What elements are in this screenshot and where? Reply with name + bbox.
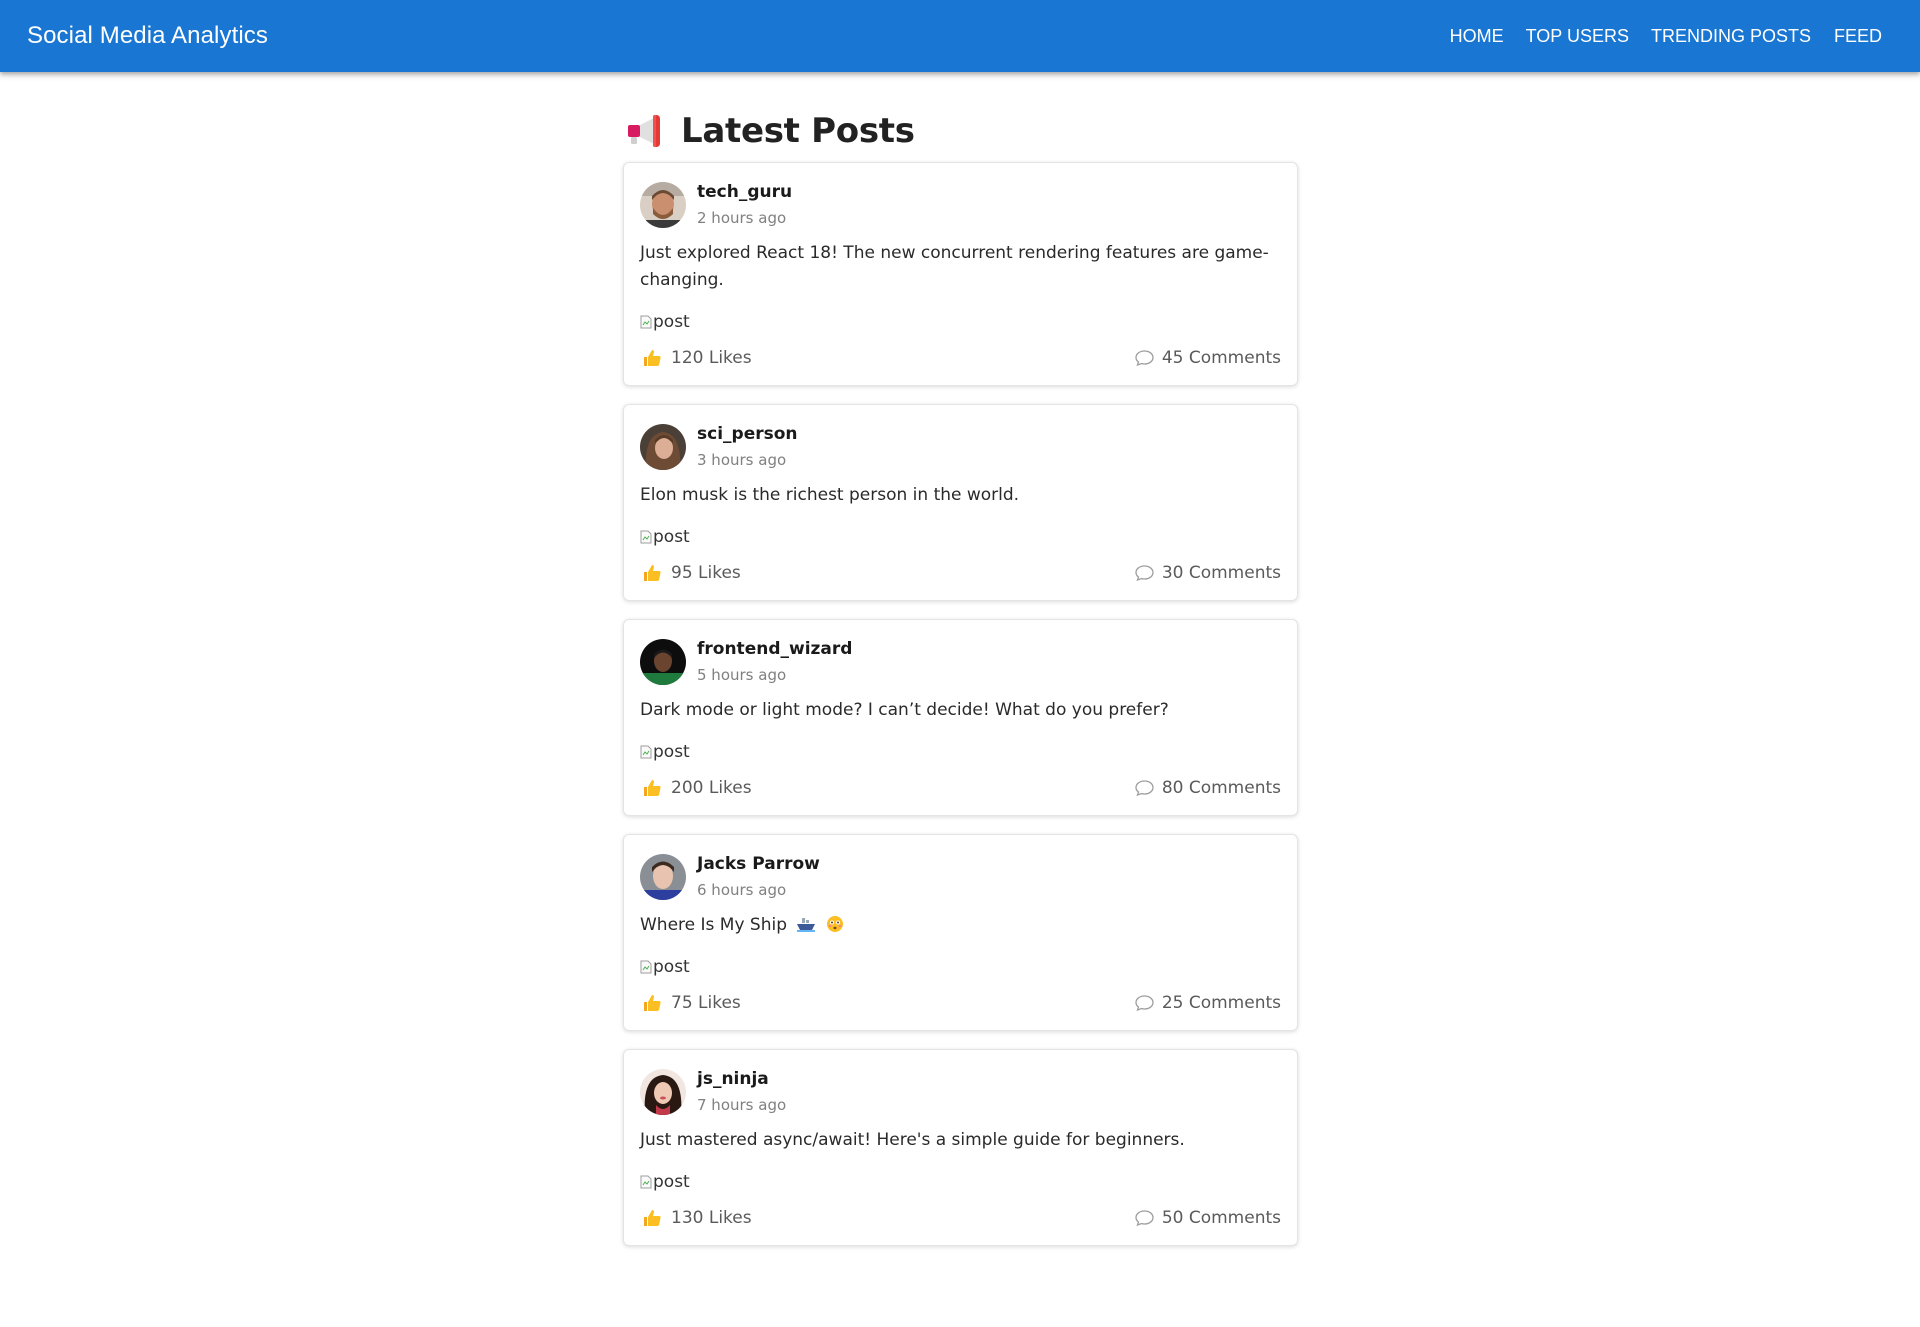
comment-icon	[1135, 350, 1154, 367]
comment-count: 30 Comments	[1161, 563, 1281, 583]
like-stat[interactable]: 200 Likes	[640, 778, 752, 798]
comment-count: 50 Comments	[1161, 1208, 1281, 1228]
nav-trending-posts[interactable]: TRENDING POSTS	[1640, 18, 1822, 55]
post-timestamp: 3 hours ago	[697, 451, 787, 469]
post-content: Dark mode or light mode? I can’t decide!…	[640, 700, 1169, 720]
post-content: Elon musk is the richest person in the w…	[640, 485, 1020, 505]
post-username[interactable]: Jacks Parrow	[697, 853, 820, 875]
post-username[interactable]: js_ninja	[697, 1068, 786, 1090]
avatar[interactable]	[640, 1069, 686, 1115]
post-content: Just mastered async/await! Here's a simp…	[640, 1130, 1185, 1150]
post-image-alt: post	[653, 312, 690, 332]
comment-icon	[1135, 780, 1154, 797]
nav-feed[interactable]: FEED	[1822, 18, 1893, 55]
post-image: post	[640, 740, 1281, 764]
comment-icon	[1135, 1210, 1154, 1227]
like-stat[interactable]: 75 Likes	[640, 993, 741, 1013]
comment-count: 45 Comments	[1161, 348, 1281, 368]
like-count: 120 Likes	[671, 348, 752, 368]
post-content: Where Is My Ship	[640, 912, 1281, 939]
flushed-face-emoji	[826, 916, 843, 932]
post-card: js_ninja 7 hours ago Just mastered async…	[623, 1049, 1298, 1246]
post-image-alt: post	[653, 957, 690, 977]
avatar[interactable]	[640, 854, 686, 900]
broken-image-icon	[640, 745, 652, 759]
feed-container: Latest Posts tech_guru 2 hours ago Just …	[623, 72, 1298, 1264]
comment-icon	[1135, 995, 1154, 1012]
broken-image-icon	[640, 960, 652, 974]
post-image: post	[640, 1170, 1281, 1194]
post-timestamp: 7 hours ago	[697, 1096, 787, 1114]
comment-icon	[1135, 565, 1154, 582]
post-image: post	[640, 955, 1281, 979]
page-title: Latest Posts	[681, 111, 915, 151]
like-stat[interactable]: 130 Likes	[640, 1208, 752, 1228]
like-stat[interactable]: 120 Likes	[640, 348, 752, 368]
avatar[interactable]	[640, 182, 686, 228]
post-timestamp: 6 hours ago	[697, 881, 787, 899]
nav-top-users[interactable]: TOP USERS	[1515, 18, 1640, 55]
like-count: 95 Likes	[671, 563, 741, 583]
like-count: 75 Likes	[671, 993, 741, 1013]
post-username[interactable]: tech_guru	[697, 181, 792, 203]
app-title[interactable]: Social Media Analytics	[27, 22, 268, 50]
broken-image-icon	[640, 315, 652, 329]
post-image-alt: post	[653, 1172, 690, 1192]
comment-stat[interactable]: 25 Comments	[1134, 993, 1281, 1013]
broken-image-icon	[640, 1175, 652, 1189]
post-timestamp: 2 hours ago	[697, 209, 787, 227]
post-card: sci_person 3 hours ago Elon musk is the …	[623, 404, 1298, 601]
nav-home[interactable]: HOME	[1439, 18, 1515, 55]
comment-stat[interactable]: 50 Comments	[1134, 1208, 1281, 1228]
like-count: 200 Likes	[671, 778, 752, 798]
post-username[interactable]: sci_person	[697, 423, 798, 445]
comment-count: 80 Comments	[1161, 778, 1281, 798]
post-card: tech_guru 2 hours ago Just explored Reac…	[623, 162, 1298, 386]
megaphone-icon	[628, 115, 660, 147]
thumbs-up-icon	[644, 350, 661, 366]
like-stat[interactable]: 95 Likes	[640, 563, 741, 583]
post-content: Just explored React 18! The new concurre…	[640, 243, 1269, 290]
page-heading: Latest Posts	[623, 102, 1298, 160]
avatar[interactable]	[640, 424, 686, 470]
comment-stat[interactable]: 30 Comments	[1134, 563, 1281, 583]
post-card: Jacks Parrow 6 hours ago Where Is My Shi…	[623, 834, 1298, 1031]
thumbs-up-icon	[644, 780, 661, 796]
post-image-alt: post	[653, 527, 690, 547]
broken-image-icon	[640, 530, 652, 544]
thumbs-up-icon	[644, 1210, 661, 1226]
ship-emoji	[797, 918, 816, 932]
post-image: post	[640, 525, 1281, 549]
post-image-alt: post	[653, 742, 690, 762]
avatar[interactable]	[640, 639, 686, 685]
post-card: frontend_wizard 5 hours ago Dark mode or…	[623, 619, 1298, 816]
main-nav: HOME TOP USERS TRENDING POSTS FEED	[1439, 18, 1893, 55]
app-bar: Social Media Analytics HOME TOP USERS TR…	[0, 0, 1920, 72]
comment-count: 25 Comments	[1161, 993, 1281, 1013]
post-image: post	[640, 310, 1281, 334]
comment-stat[interactable]: 45 Comments	[1134, 348, 1281, 368]
thumbs-up-icon	[644, 995, 661, 1011]
like-count: 130 Likes	[671, 1208, 752, 1228]
post-username[interactable]: frontend_wizard	[697, 638, 852, 660]
post-content-text: Where Is My Ship	[640, 915, 788, 935]
thumbs-up-icon	[644, 565, 661, 581]
comment-stat[interactable]: 80 Comments	[1134, 778, 1281, 798]
post-timestamp: 5 hours ago	[697, 666, 787, 684]
